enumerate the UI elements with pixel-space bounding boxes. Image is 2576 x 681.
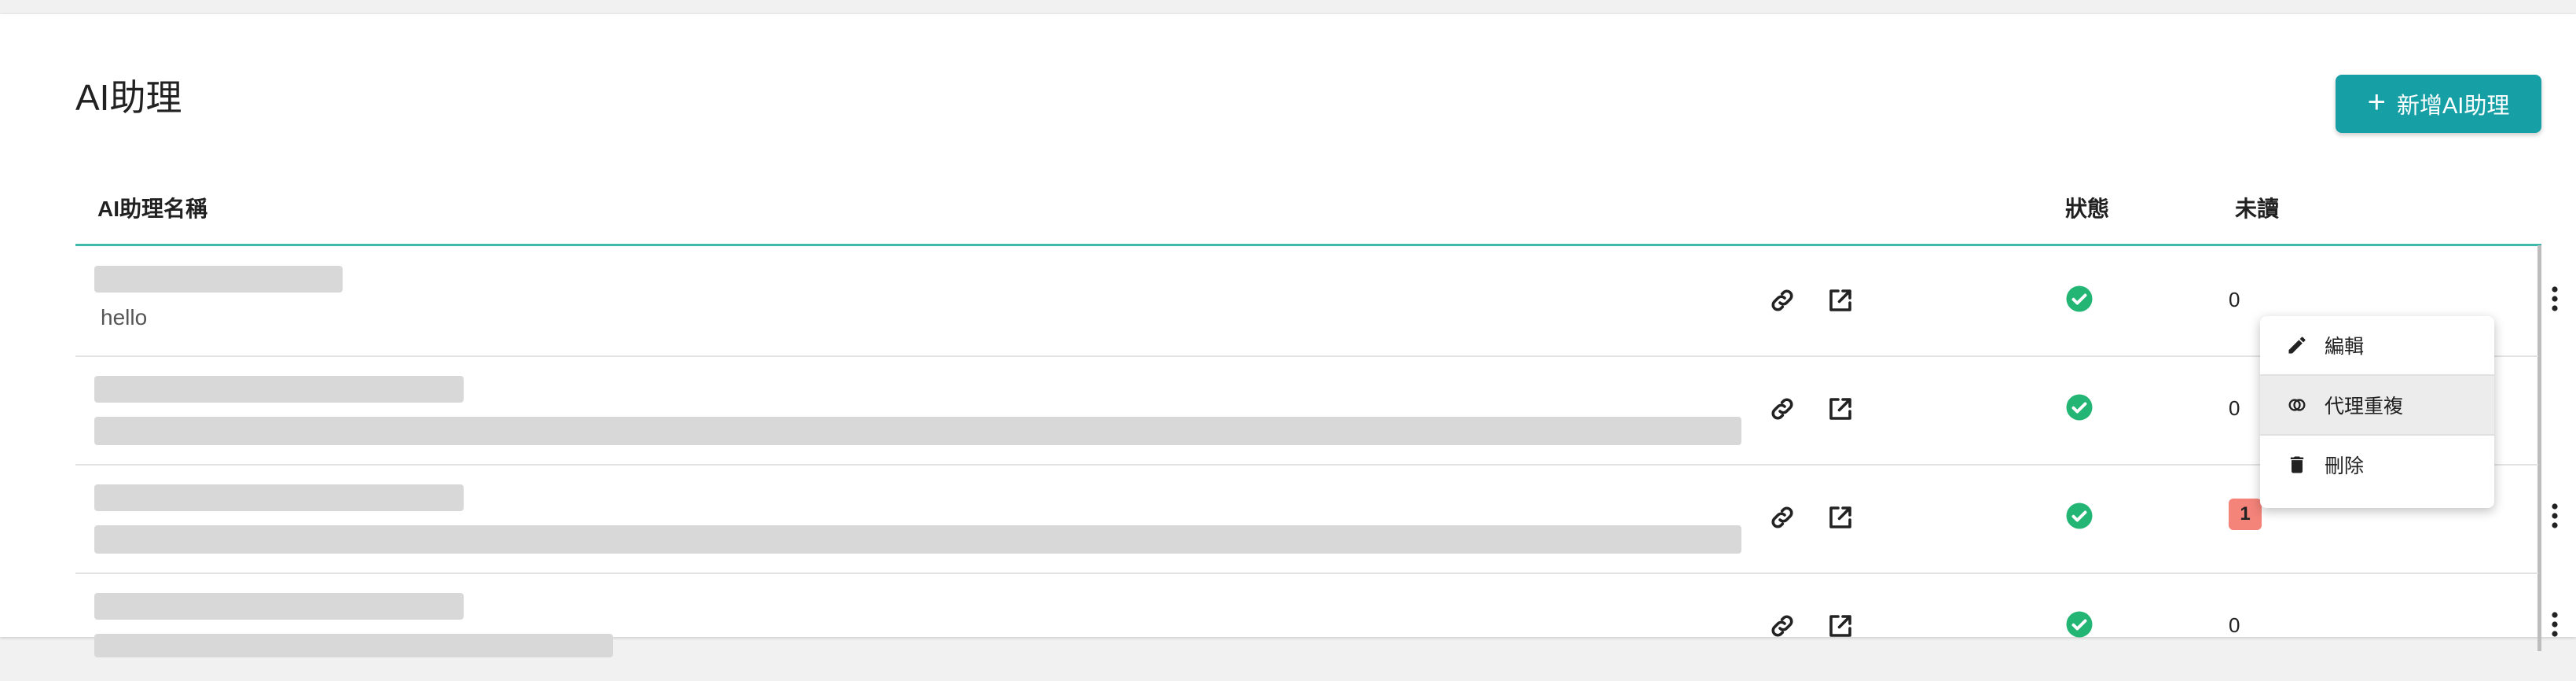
column-header-unread[interactable]: 未讀 <box>2235 192 2279 223</box>
table-row[interactable]: hello 0 <box>75 247 2558 357</box>
link-icon[interactable] <box>1765 392 1800 426</box>
open-external-icon[interactable] <box>1823 392 1858 426</box>
open-external-icon[interactable] <box>1823 500 1858 535</box>
more-vert-icon[interactable] <box>2543 607 2567 642</box>
link-icon[interactable] <box>1765 283 1800 318</box>
redacted-name <box>94 376 464 403</box>
pencil-icon <box>2285 333 2309 357</box>
row-context-menu: 編輯 代理重複 刪除 <box>2260 316 2494 508</box>
trash-icon <box>2285 453 2309 477</box>
link-icon[interactable] <box>1765 609 1800 643</box>
header-divider <box>75 244 2541 246</box>
menu-item-label: 刪除 <box>2325 455 2365 477</box>
table-row[interactable]: 0 <box>75 355 2538 466</box>
status-check-icon <box>2066 502 2093 529</box>
table-row[interactable]: 0 <box>75 572 2558 681</box>
open-external-icon[interactable] <box>1823 609 1858 643</box>
column-header-name[interactable]: AI助理名稱 <box>97 192 207 223</box>
plus-icon: + <box>2367 85 2386 120</box>
table-row[interactable]: 1 <box>75 464 2558 574</box>
unread-count: 0 <box>2229 613 2240 637</box>
main-card: AI助理 + 新增AI助理 AI助理名稱 狀態 未讀 hello 0 0 1 0… <box>0 14 2576 657</box>
menu-item-label: 編輯 <box>2325 336 2365 358</box>
menu-item-delete[interactable]: 刪除 <box>2260 436 2494 494</box>
redacted-name <box>94 266 343 293</box>
duplicate-icon <box>2285 393 2309 417</box>
menu-item-edit[interactable]: 編輯 <box>2260 316 2494 374</box>
unread-count: 0 <box>2229 396 2240 420</box>
status-check-icon <box>2066 394 2093 421</box>
redacted-description <box>94 634 613 657</box>
add-assistant-button[interactable]: + 新增AI助理 <box>2336 75 2541 133</box>
page-title: AI助理 <box>75 77 182 118</box>
redacted-description <box>94 525 1741 554</box>
add-assistant-label: 新增AI助理 <box>2396 94 2510 119</box>
menu-item-duplicate[interactable]: 代理重複 <box>2260 376 2494 434</box>
more-vert-icon[interactable] <box>2543 499 2567 533</box>
unread-badge: 1 <box>2229 499 2262 530</box>
unread-count: 0 <box>2229 288 2240 311</box>
redacted-description <box>94 417 1741 445</box>
menu-item-label: 代理重複 <box>2325 396 2404 418</box>
open-external-icon[interactable] <box>1823 283 1858 318</box>
status-check-icon <box>2066 285 2093 312</box>
status-check-icon <box>2066 611 2093 638</box>
column-header-status[interactable]: 狀態 <box>2065 192 2109 223</box>
more-vert-icon[interactable] <box>2543 282 2567 316</box>
redacted-name <box>94 593 464 620</box>
assistant-description: hello <box>101 305 148 329</box>
redacted-name <box>94 484 464 511</box>
link-icon[interactable] <box>1765 500 1800 535</box>
